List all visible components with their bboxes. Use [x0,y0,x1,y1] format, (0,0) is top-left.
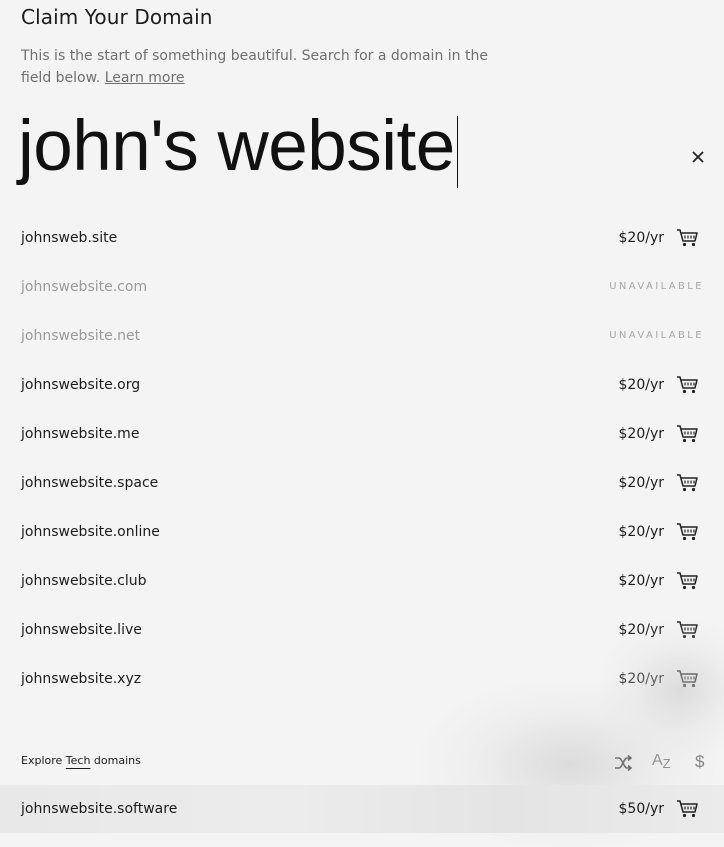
search-input-value: john's website [18,107,455,186]
domain-result-row[interactable]: johnswebsite.org $20/yr [0,360,724,409]
domain-result-row[interactable]: johnswebsite.live $20/yr [0,605,724,654]
domain-name: johnswebsite.net [21,327,141,344]
explore-suffix: domains [93,754,141,767]
domain-price: $20/yr [618,572,664,589]
domain-name: johnsweb.site [21,229,118,246]
domain-price: $20/yr [618,376,664,393]
page-subtitle: This is the start of something beautiful… [21,45,501,89]
domain-price: $20/yr [618,621,664,638]
close-icon[interactable] [690,149,706,165]
sort-alpha-icon[interactable]: AZ [652,752,678,774]
domain-result-row: johnswebsite.com UNAVAILABLE [0,262,724,311]
subtitle-text: This is the start of something beautiful… [21,48,488,86]
domain-name: johnswebsite.org [21,376,141,393]
domain-result-row[interactable]: johnswebsite.online $20/yr [0,507,724,556]
domain-results-list: johnsweb.site $20/yr johnswebsite.com UNAVA… [0,213,724,703]
sort-price-icon[interactable]: $ [695,752,707,774]
cart-icon[interactable] [676,522,700,542]
cart-icon[interactable] [676,669,700,689]
domain-name: johnswebsite.xyz [21,670,142,687]
domain-result-row: johnswebsite.net UNAVAILABLE [0,311,724,360]
domain-price: $20/yr [618,425,664,442]
domain-result-row[interactable]: johnsweb.site $20/yr [0,213,724,262]
sort-alpha-z: Z [662,756,671,771]
cart-icon[interactable] [676,473,700,493]
domain-price: $20/yr [618,229,664,246]
domain-name: johnswebsite.com [21,278,148,295]
sort-alpha-a: A [652,752,663,769]
domain-price: $20/yr [618,670,664,687]
domain-name: johnswebsite.software [21,801,178,817]
cart-icon[interactable] [676,228,700,248]
domain-search-input[interactable]: john's website [18,104,459,190]
domain-name: johnswebsite.live [21,621,142,638]
domain-price: $50/yr [618,801,664,817]
cart-icon[interactable] [676,571,700,591]
page-title: Claim Your Domain [21,5,213,29]
domain-name: johnswebsite.me [21,425,140,442]
domain-result-row[interactable]: johnswebsite.club $20/yr [0,556,724,605]
unavailable-badge: UNAVAILABLE [609,330,704,341]
explore-domains-label: Explore Tech domains [21,754,141,767]
cart-icon[interactable] [676,620,700,640]
cart-icon[interactable] [676,424,700,444]
text-caret [456,116,459,188]
domain-search[interactable]: john's website [18,104,708,194]
shuffle-icon[interactable] [613,752,633,774]
explore-category-link[interactable]: Tech [66,754,91,767]
tech-domain-row[interactable]: johnswebsite.software $50/yr [0,785,724,833]
domain-price: $20/yr [618,474,664,491]
domain-result-row[interactable]: johnswebsite.space $20/yr [0,458,724,507]
domain-result-row[interactable]: johnswebsite.me $20/yr [0,409,724,458]
explore-prefix: Explore [21,754,63,767]
learn-more-link[interactable]: Learn more [105,70,185,86]
cart-icon[interactable] [676,799,700,819]
domain-price: $20/yr [618,523,664,540]
domain-name: johnswebsite.space [21,474,159,491]
unavailable-badge: UNAVAILABLE [609,281,704,292]
cart-icon[interactable] [676,375,700,395]
domain-name: johnswebsite.online [21,523,160,540]
domain-result-row[interactable]: johnswebsite.xyz $20/yr [0,654,724,703]
domain-name: johnswebsite.club [21,572,147,589]
